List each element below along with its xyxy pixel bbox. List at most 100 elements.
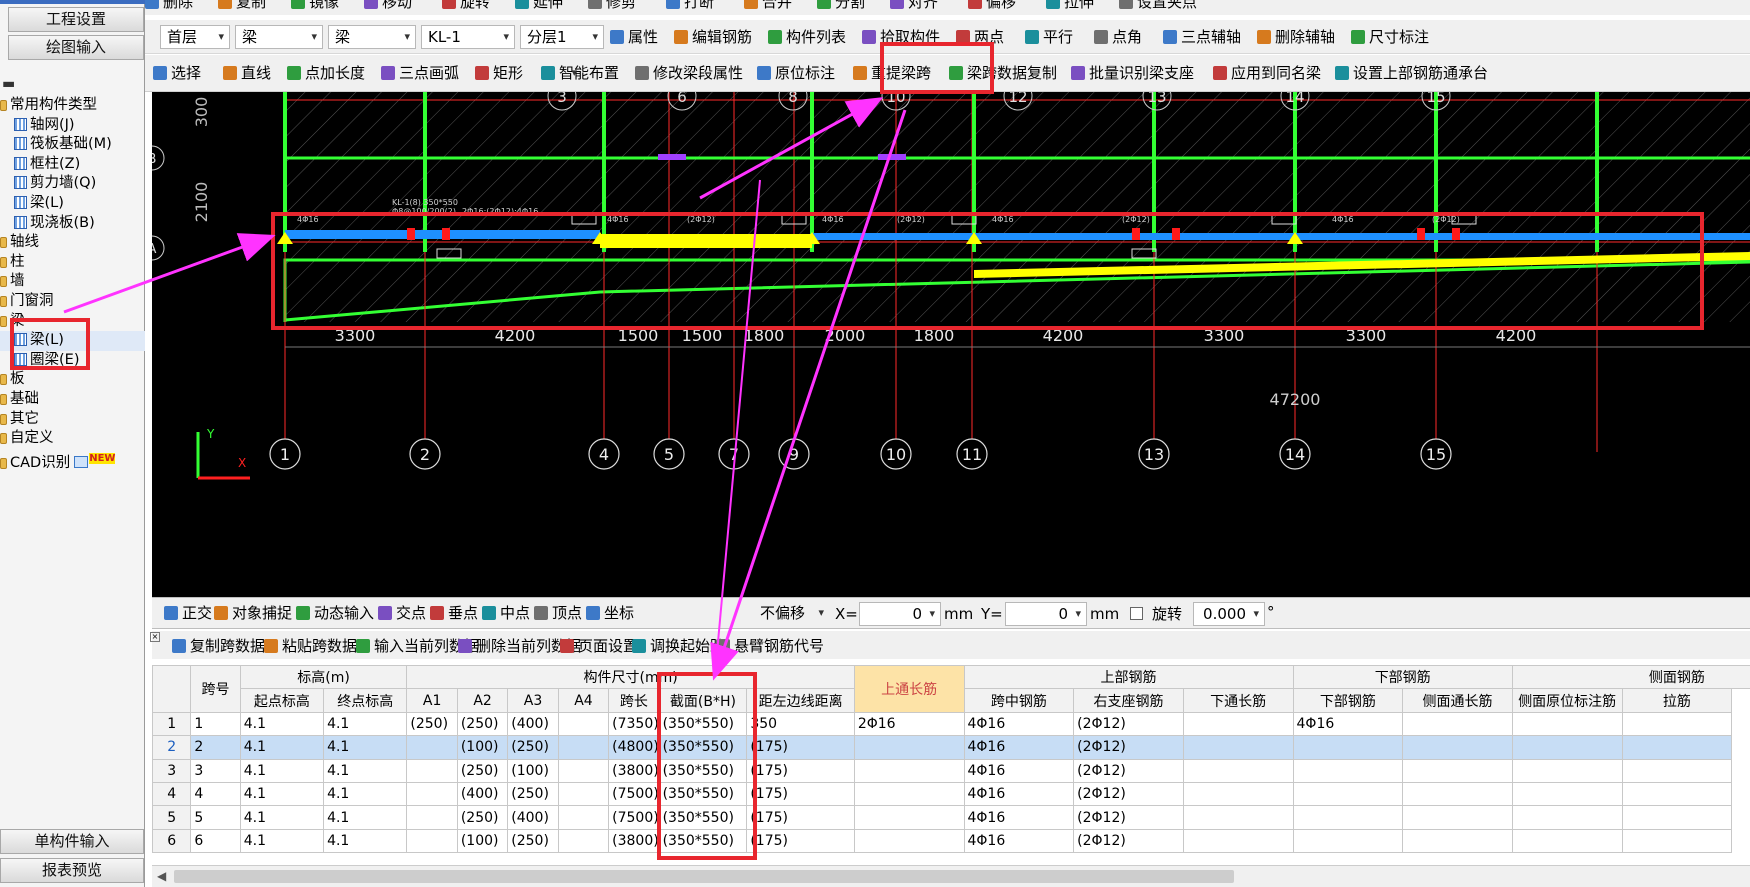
header-top_long[interactable]: 上通长筋	[853, 665, 965, 713]
toolbar-button[interactable]: 旋转	[442, 0, 490, 12]
toolbar-button[interactable]: 对象捕捉	[214, 603, 292, 623]
table-cell[interactable]	[1402, 805, 1513, 830]
table-cell[interactable]: (400)	[507, 805, 559, 830]
table-cell[interactable]	[853, 828, 965, 854]
toolbar-button[interactable]: 点角	[1094, 27, 1142, 47]
table-cell[interactable]	[406, 805, 458, 830]
table-cell[interactable]: (2Φ12)	[1073, 735, 1184, 760]
toolbar-button[interactable]: 坐标	[586, 603, 634, 623]
column-header[interactable]: 跨中钢筋	[963, 688, 1075, 713]
table-cell[interactable]	[1292, 781, 1404, 807]
table-cell[interactable]: (175)	[746, 781, 855, 807]
toolbar-button[interactable]: 动态输入	[296, 603, 374, 623]
tree-node[interactable]: 自定义	[0, 429, 145, 449]
table-cell[interactable]: 4.1	[239, 711, 325, 737]
toolbar-button[interactable]: 三点辅轴	[1163, 27, 1241, 47]
toolbar-button[interactable]: 删除辅轴	[1257, 27, 1335, 47]
table-cell[interactable]	[1402, 828, 1513, 854]
toolbar-button[interactable]: 打断	[666, 0, 714, 12]
y-input[interactable]: 0	[1005, 602, 1087, 626]
floor-select[interactable]: 首层	[160, 25, 230, 49]
drawing-input-button[interactable]: 绘图输入	[8, 35, 144, 60]
table-cell[interactable]: (400)	[456, 781, 509, 807]
table-cell[interactable]	[1292, 805, 1404, 830]
toolbar-button[interactable]: 镜像	[291, 0, 339, 12]
table-cell[interactable]: 4.1	[323, 758, 408, 783]
collapse-icon[interactable]: ▬	[2, 76, 15, 92]
table-cell[interactable]: (250)	[456, 805, 509, 830]
table-cell[interactable]: (3800)	[608, 828, 660, 854]
table-cell[interactable]: (175)	[746, 735, 855, 760]
toolbar-button[interactable]: 尺寸标注	[1351, 27, 1429, 47]
table-cell[interactable]: (250)	[406, 711, 458, 737]
table-cell[interactable]	[1402, 711, 1513, 737]
toolbar-button[interactable]: 删除	[145, 0, 193, 12]
table-cell[interactable]: 4.1	[323, 828, 408, 854]
tree-node[interactable]: 轴线	[0, 233, 145, 253]
toolbar-button[interactable]: 延伸	[515, 0, 563, 12]
cad-canvas[interactable]: KL-1(8) 350*550 Φ8@100/200(2) 2Φ16;(2Φ12);…	[152, 92, 1750, 597]
tree-node[interactable]: 梁(L)	[0, 194, 145, 214]
project-settings-button[interactable]: 工程设置	[8, 7, 144, 32]
header-size[interactable]: 构件尺寸(mm)	[406, 665, 855, 690]
toolbar-button[interactable]: 编辑钢筋	[674, 27, 752, 47]
header-elev[interactable]: 标高(m)	[239, 665, 408, 690]
table-cell[interactable]	[1621, 805, 1733, 830]
table-cell[interactable]	[1511, 711, 1623, 737]
toolbar-button[interactable]: 原位标注	[757, 63, 835, 83]
table-cell[interactable]: (250)	[456, 758, 509, 783]
table-cell[interactable]	[557, 711, 610, 737]
table-cell[interactable]	[1621, 828, 1733, 854]
tree-node[interactable]: 基础	[0, 390, 145, 410]
table-cell[interactable]: 4.1	[323, 781, 408, 807]
column-header[interactable]: 下通长筋	[1182, 688, 1294, 713]
table-cell[interactable]: 4.1	[323, 735, 408, 760]
table-hscrollbar[interactable]: ◀	[152, 865, 1750, 887]
table-cell[interactable]	[1292, 828, 1404, 854]
table-cell[interactable]: 5	[190, 805, 241, 830]
toolbar-button[interactable]: 垂点	[430, 603, 478, 623]
table-cell[interactable]: 4.1	[239, 781, 325, 807]
toolbar-button[interactable]: 顶点	[534, 603, 582, 623]
tree-node[interactable]: 门窗洞	[0, 292, 145, 312]
table-cell[interactable]: (2Φ12)	[1073, 805, 1184, 830]
toolbar-button[interactable]: 批量识别梁支座	[1071, 63, 1194, 83]
toolbar-button[interactable]: 修改梁段属性	[635, 63, 743, 83]
table-cell[interactable]	[853, 781, 965, 807]
table-cell[interactable]	[1511, 735, 1623, 760]
toolbar-button[interactable]: 调换起始跨	[632, 636, 725, 656]
table-cell[interactable]	[1182, 805, 1294, 830]
table-cell[interactable]: (100)	[507, 758, 559, 783]
table-cell[interactable]	[1292, 758, 1404, 783]
table-cell[interactable]: (7500)	[608, 805, 660, 830]
column-header[interactable]: A3	[507, 688, 559, 713]
table-cell[interactable]: 4.1	[239, 758, 325, 783]
column-header[interactable]: 跨长	[608, 688, 660, 713]
table-cell[interactable]	[1292, 735, 1404, 760]
table-cell[interactable]	[853, 805, 965, 830]
tree-node[interactable]: CAD识别 NEW	[0, 449, 145, 471]
table-cell[interactable]: 4Φ16	[1292, 711, 1404, 737]
header-top_bar[interactable]: 上部钢筋	[963, 665, 1294, 690]
layer-select[interactable]: 分层1	[520, 25, 604, 49]
table-cell[interactable]: (2Φ12)	[1073, 711, 1184, 737]
tree-node[interactable]: 筏板基础(M)	[0, 135, 145, 155]
toolbar-button[interactable]: 对齐	[890, 0, 938, 12]
table-cell[interactable]	[1511, 805, 1623, 830]
x-input[interactable]: 0	[859, 602, 941, 626]
single-component-input-button[interactable]: 单构件输入	[0, 829, 144, 854]
table-cell[interactable]	[1511, 828, 1623, 854]
tree-node[interactable]: 墙	[0, 272, 145, 292]
component-subtype-select[interactable]: 梁	[328, 25, 416, 49]
table-cell[interactable]: (2Φ12)	[1073, 758, 1184, 783]
close-grid-icon[interactable]: ×	[150, 632, 160, 642]
toolbar-button[interactable]: 悬臂钢筋代号	[716, 636, 824, 656]
toolbar-button[interactable]: 合并	[744, 0, 792, 12]
table-cell[interactable]: 4Φ16	[963, 711, 1075, 737]
table-row[interactable]: 5 5 4.1 4.1 (250) (400) (7500) (350*550) (175) 4Φ…	[152, 805, 1750, 830]
table-cell[interactable]	[406, 735, 458, 760]
table-cell[interactable]: (4800)	[608, 735, 660, 760]
table-row[interactable]: 1 1 4.1 4.1 (250) (250) (400) (7350) (350*550) 35…	[152, 711, 1750, 737]
table-cell[interactable]	[557, 781, 610, 807]
table-cell[interactable]: 4.1	[239, 805, 325, 830]
